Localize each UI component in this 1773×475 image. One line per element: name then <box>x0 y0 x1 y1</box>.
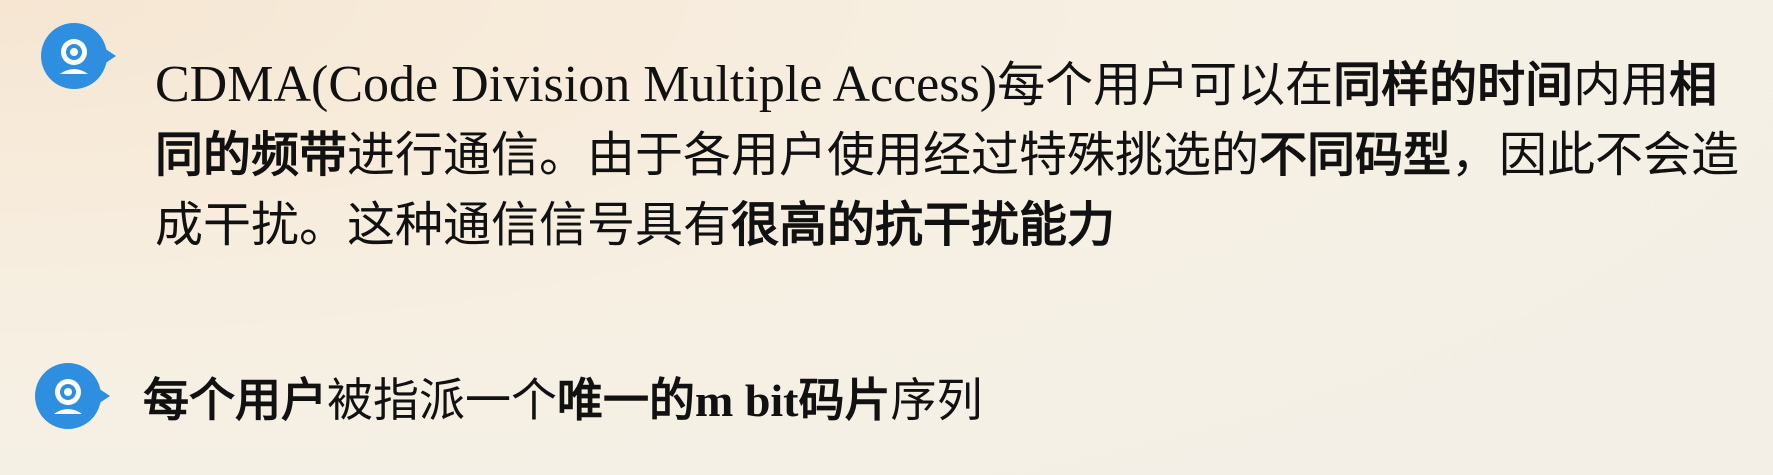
bullet-2-text: 每个用户被指派一个唯一的m bit码片序列 <box>143 365 1543 436</box>
webcam-bubble-icon <box>40 22 116 98</box>
emphasis-text: 码片 <box>798 373 891 427</box>
slide: CDMA(Code Division Multiple Access)每个用户可… <box>0 0 1773 475</box>
webcam-bubble-icon <box>34 362 110 438</box>
text-segment: 进行通信。由于各用户使用经过特殊挑选的 <box>347 127 1260 183</box>
emphasis-text: 每个用户 <box>143 373 327 427</box>
emphasis-text: 同样的时间 <box>1333 57 1574 113</box>
text-segment: 序列 <box>890 373 983 427</box>
bullet-1-text: CDMA(Code Division Multiple Access)每个用户可… <box>155 50 1745 260</box>
text-segment: CDMA(Code Division Multiple Access) <box>155 56 998 113</box>
emphasis-text: 很高的抗干扰能力 <box>731 197 1116 253</box>
emphasis-text: 不同码型 <box>1259 127 1452 183</box>
text-segment: 被指派一个 <box>327 373 557 427</box>
text-segment: 每个用户可以在 <box>997 57 1334 113</box>
text-segment: 内用 <box>1573 57 1670 113</box>
emphasis-text: m bit <box>695 375 799 426</box>
emphasis-text: 唯一的 <box>557 373 695 427</box>
